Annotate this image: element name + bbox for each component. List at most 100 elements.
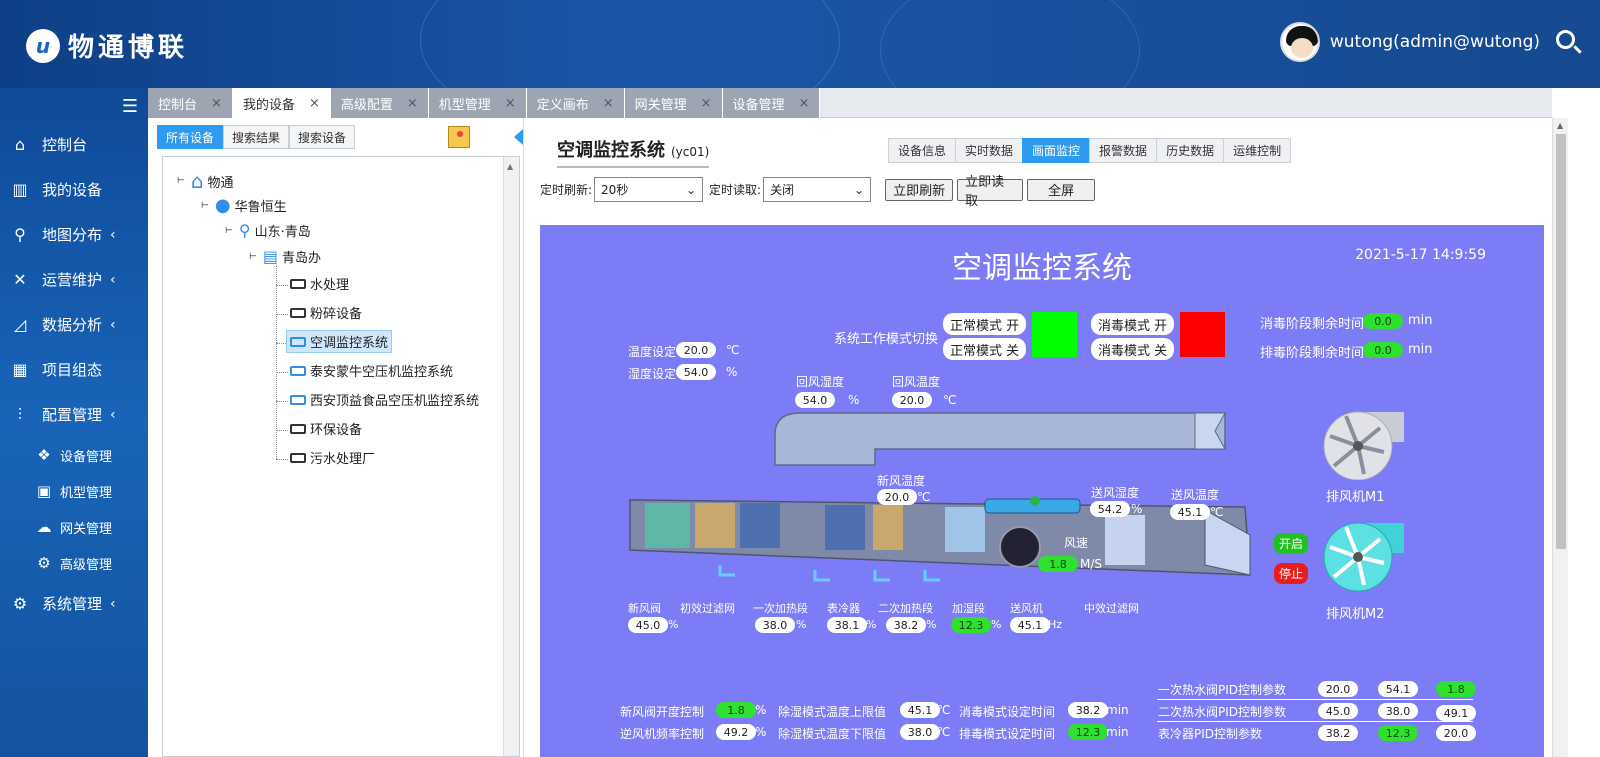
tab-define-canvas[interactable]: 定义画布 × [526,88,625,118]
refresh-now-button[interactable]: 立即刷新 [885,178,954,201]
param-label: 消毒模式设定时间 [959,705,1056,719]
tree-expander-icon[interactable]: ⊢ [177,176,185,186]
disinfect-mode-on-button[interactable]: 消毒模式 开 [1091,313,1175,335]
exhaust-fan-m2-label: 排风机M2 [1326,607,1385,622]
close-icon[interactable]: × [505,96,516,111]
disinfect-mode-off-button[interactable]: 消毒模式 关 [1091,338,1175,360]
param-value[interactable]: 49.2 [716,724,756,740]
sidebar-item-map[interactable]: ⚲ 地图分布 ‹ [0,212,148,257]
tab-ops-control[interactable]: 运维控制 [1223,138,1292,163]
normal-mode-on-button[interactable]: 正常模式 开 [943,313,1027,335]
tree-node-device[interactable]: 水处理 [290,274,349,293]
sidebar-subitem-advanced-mgmt[interactable]: ⚙ 高级管理 [0,545,148,581]
tree-scrollbar[interactable]: ▲ [503,157,519,756]
tree-node-device[interactable]: 污水处理厂 [290,448,375,467]
pid-value[interactable]: 38.0 [1378,703,1418,719]
unit-label: ℃ [726,343,740,357]
chevron-down-icon: ⌄ [685,182,697,197]
param-value[interactable]: 38.0 [900,724,940,740]
close-icon[interactable]: × [603,96,614,111]
subtab-search-devices[interactable]: 搜索设备 [289,125,356,149]
sidebar-item-analysis[interactable]: ◿ 数据分析 ‹ [0,302,148,347]
pid-value[interactable]: 54.1 [1378,681,1418,697]
tab-gateway-mgmt[interactable]: 网关管理 × [624,88,723,118]
map-icon[interactable] [448,126,470,148]
sidebar-item-my-devices[interactable]: ▥ 我的设备 [0,167,148,212]
tab-my-devices[interactable]: 我的设备 × [232,88,331,118]
param-value[interactable]: 12.3 [1068,724,1108,740]
tree-node-region[interactable]: ⊢ ⚲ 山东·青岛 [225,221,311,240]
tab-device-mgmt[interactable]: 设备管理 × [722,88,821,118]
sidebar-item-config[interactable]: ⫶ 配置管理 ‹ [0,392,148,437]
fan-start-button[interactable]: 开启 [1274,533,1309,554]
read-now-button[interactable]: 立即读取 [957,175,1024,209]
tree-node-device[interactable]: 西安顶益食品空压机监控系统 [290,390,479,409]
sidebar-item-system[interactable]: ⚙ 系统管理 ‹ [0,581,148,626]
menu-toggle-icon[interactable]: ☰ [122,96,138,117]
tab-console[interactable]: 控制台 × [148,88,233,118]
tree-node-label: 西安顶益食品空压机监控系统 [310,394,480,409]
tab-device-info[interactable]: 设备信息 [888,138,956,163]
sidebar-subitem-device-mgmt[interactable]: ❖ 设备管理 [0,437,148,473]
chevron-left-icon: ‹ [110,406,116,423]
tree-node-office[interactable]: ⊢ ▤ 青岛办 [249,247,321,266]
tab-realtime-data[interactable]: 实时数据 [955,138,1023,163]
param-value[interactable]: 1.8 [716,702,756,718]
fan-stop-button[interactable]: 停止 [1274,563,1309,584]
close-icon[interactable]: × [309,96,320,111]
param-value[interactable]: 45.1 [900,702,940,718]
pid-value[interactable]: 1.8 [1436,681,1476,697]
fullscreen-button[interactable]: 全屏 [1027,178,1096,201]
select-value: 关闭 [770,183,795,197]
sidebar-subitem-gateway-mgmt[interactable]: ☁ 网关管理 [0,509,148,545]
tree-node-company[interactable]: ⊢ ● 华鲁恒生 [201,195,287,216]
tree-node-device[interactable]: 泰安蒙牛空压机监控系统 [290,361,453,380]
tab-screen-monitor[interactable]: 画面监控 [1022,138,1090,163]
tree-expander-icon[interactable]: ⊢ [225,226,233,236]
tree-node-device[interactable]: 环保设备 [290,419,362,438]
pid-value[interactable]: 38.2 [1318,725,1358,741]
tab-history-data[interactable]: 历史数据 [1156,138,1224,163]
tab-model-mgmt[interactable]: 机型管理 × [428,88,527,118]
subtab-search-results[interactable]: 搜索结果 [223,125,290,149]
normal-mode-off-button[interactable]: 正常模式 关 [943,338,1027,360]
pid-value[interactable]: 20.0 [1436,725,1476,741]
avatar[interactable] [1279,22,1320,62]
tab-advanced-config[interactable]: 高级配置 × [330,88,429,118]
sidebar-item-label: 系统管理 [42,595,103,613]
sidebar-item-label: 网关管理 [60,521,113,537]
pid-value[interactable]: 12.3 [1378,725,1418,741]
pid-value[interactable]: 45.0 [1318,703,1358,719]
device-tree: ▲ ⊢ ⌂ 物通 ⊢ ● 华鲁恒生 ⊢ ⚲ 山东·青岛 ⊢ ▤ 青岛办 水处理 粉碎设备 空调监… [162,156,520,757]
search-icon[interactable] [1556,30,1582,56]
subtab-all-devices[interactable]: 所有设备 [157,125,224,149]
tree-node-root[interactable]: ⊢ ⌂ 物通 [177,169,234,193]
sidebar-item-console[interactable]: ⌂ 控制台 [0,122,148,167]
unit-label: % [1131,502,1143,516]
close-icon[interactable]: × [701,96,712,111]
tree-node-device-selected[interactable]: 空调监控系统 [286,330,393,353]
close-icon[interactable]: × [211,96,222,111]
tree-expander-icon[interactable]: ⊢ [249,252,257,262]
sidebar-item-project[interactable]: ▦ 项目组态 [0,347,148,392]
param-label: 新风阀开度控制 [620,705,705,719]
tab-label: 定义画布 [536,97,589,113]
pid-value[interactable]: 20.0 [1318,681,1358,697]
sidebar-subitem-model-mgmt[interactable]: ▣ 机型管理 [0,473,148,509]
pid-value[interactable]: 49.1 [1436,705,1476,721]
app-logo[interactable]: u 物通博联 [26,27,188,64]
tree-expander-icon[interactable]: ⊢ [201,201,209,211]
temp-set-value[interactable]: 20.0 [676,342,716,358]
param-value[interactable]: 38.2 [1068,702,1108,718]
user-menu[interactable]: wutong(admin@wutong) [1279,22,1540,62]
read-interval-select[interactable]: 关闭 ⌄ [763,177,872,202]
close-icon[interactable]: × [407,96,418,111]
close-icon[interactable]: × [799,96,810,111]
tree-node-device[interactable]: 粉碎设备 [290,303,362,322]
collapse-panel-icon[interactable] [514,129,523,145]
main-scrollbar[interactable]: ▲ [1552,118,1568,757]
unit-label: ℃ [1210,505,1224,519]
refresh-interval-select[interactable]: 20秒 ⌄ [594,177,704,202]
tab-alarm-data[interactable]: 报警数据 [1089,138,1157,163]
sidebar-item-operations[interactable]: ✕ 运营维护 ‹ [0,257,148,302]
